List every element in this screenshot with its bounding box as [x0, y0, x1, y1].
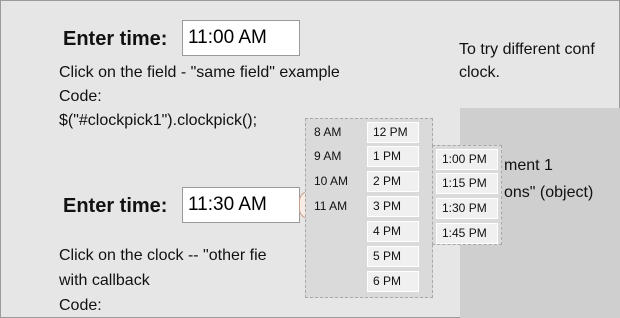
example1-label: Enter time:	[63, 28, 168, 50]
example1-code-label: Code:	[59, 88, 102, 105]
hour-option-11am[interactable]: 11 AM	[308, 196, 360, 217]
hour-option-1pm[interactable]: 1 PM	[367, 146, 419, 167]
example1-time-input[interactable]	[182, 20, 300, 56]
hour-option-5pm[interactable]: 5 PM	[367, 246, 419, 267]
minute-option-100[interactable]: 1:00 PM	[436, 149, 498, 170]
hour-option-2pm[interactable]: 2 PM	[367, 171, 419, 192]
minute-option-145[interactable]: 1:45 PM	[436, 223, 498, 244]
side-arg-line2: ons" (object)	[504, 184, 594, 201]
minute-picker: 1:00 PM 1:15 PM 1:30 PM 1:45 PM	[432, 145, 502, 245]
hour-option-8am[interactable]: 8 AM	[308, 122, 360, 143]
example2-time-input[interactable]	[182, 187, 300, 223]
hour-option-6pm[interactable]: 6 PM	[367, 271, 419, 292]
hour-picker: 8 AM 9 AM 10 AM 11 AM 12 PM 1 PM 2 PM 3 …	[305, 118, 433, 298]
example2-description-line2: with callback	[59, 272, 150, 289]
hour-option-12pm[interactable]: 12 PM	[367, 122, 419, 143]
example1-code: $("#clockpick1").clockpick();	[59, 112, 258, 129]
hour-option-10am[interactable]: 10 AM	[308, 171, 360, 192]
side-text-line1: To try different conf	[459, 41, 595, 58]
side-text-line2: clock.	[459, 64, 500, 81]
minute-option-115[interactable]: 1:15 PM	[436, 173, 498, 194]
hour-option-9am[interactable]: 9 AM	[308, 146, 360, 167]
minute-option-130[interactable]: 1:30 PM	[436, 198, 498, 219]
example2-description-line1: Click on the clock -- "other fie	[59, 247, 267, 264]
hour-option-4pm[interactable]: 4 PM	[367, 221, 419, 242]
hour-option-3pm[interactable]: 3 PM	[367, 196, 419, 217]
side-arg-line1: ment 1	[504, 157, 553, 174]
example1-description: Click on the field - "same field" exampl…	[59, 64, 340, 81]
example2-label: Enter time:	[63, 195, 168, 217]
example2-code-label: Code:	[59, 297, 102, 314]
